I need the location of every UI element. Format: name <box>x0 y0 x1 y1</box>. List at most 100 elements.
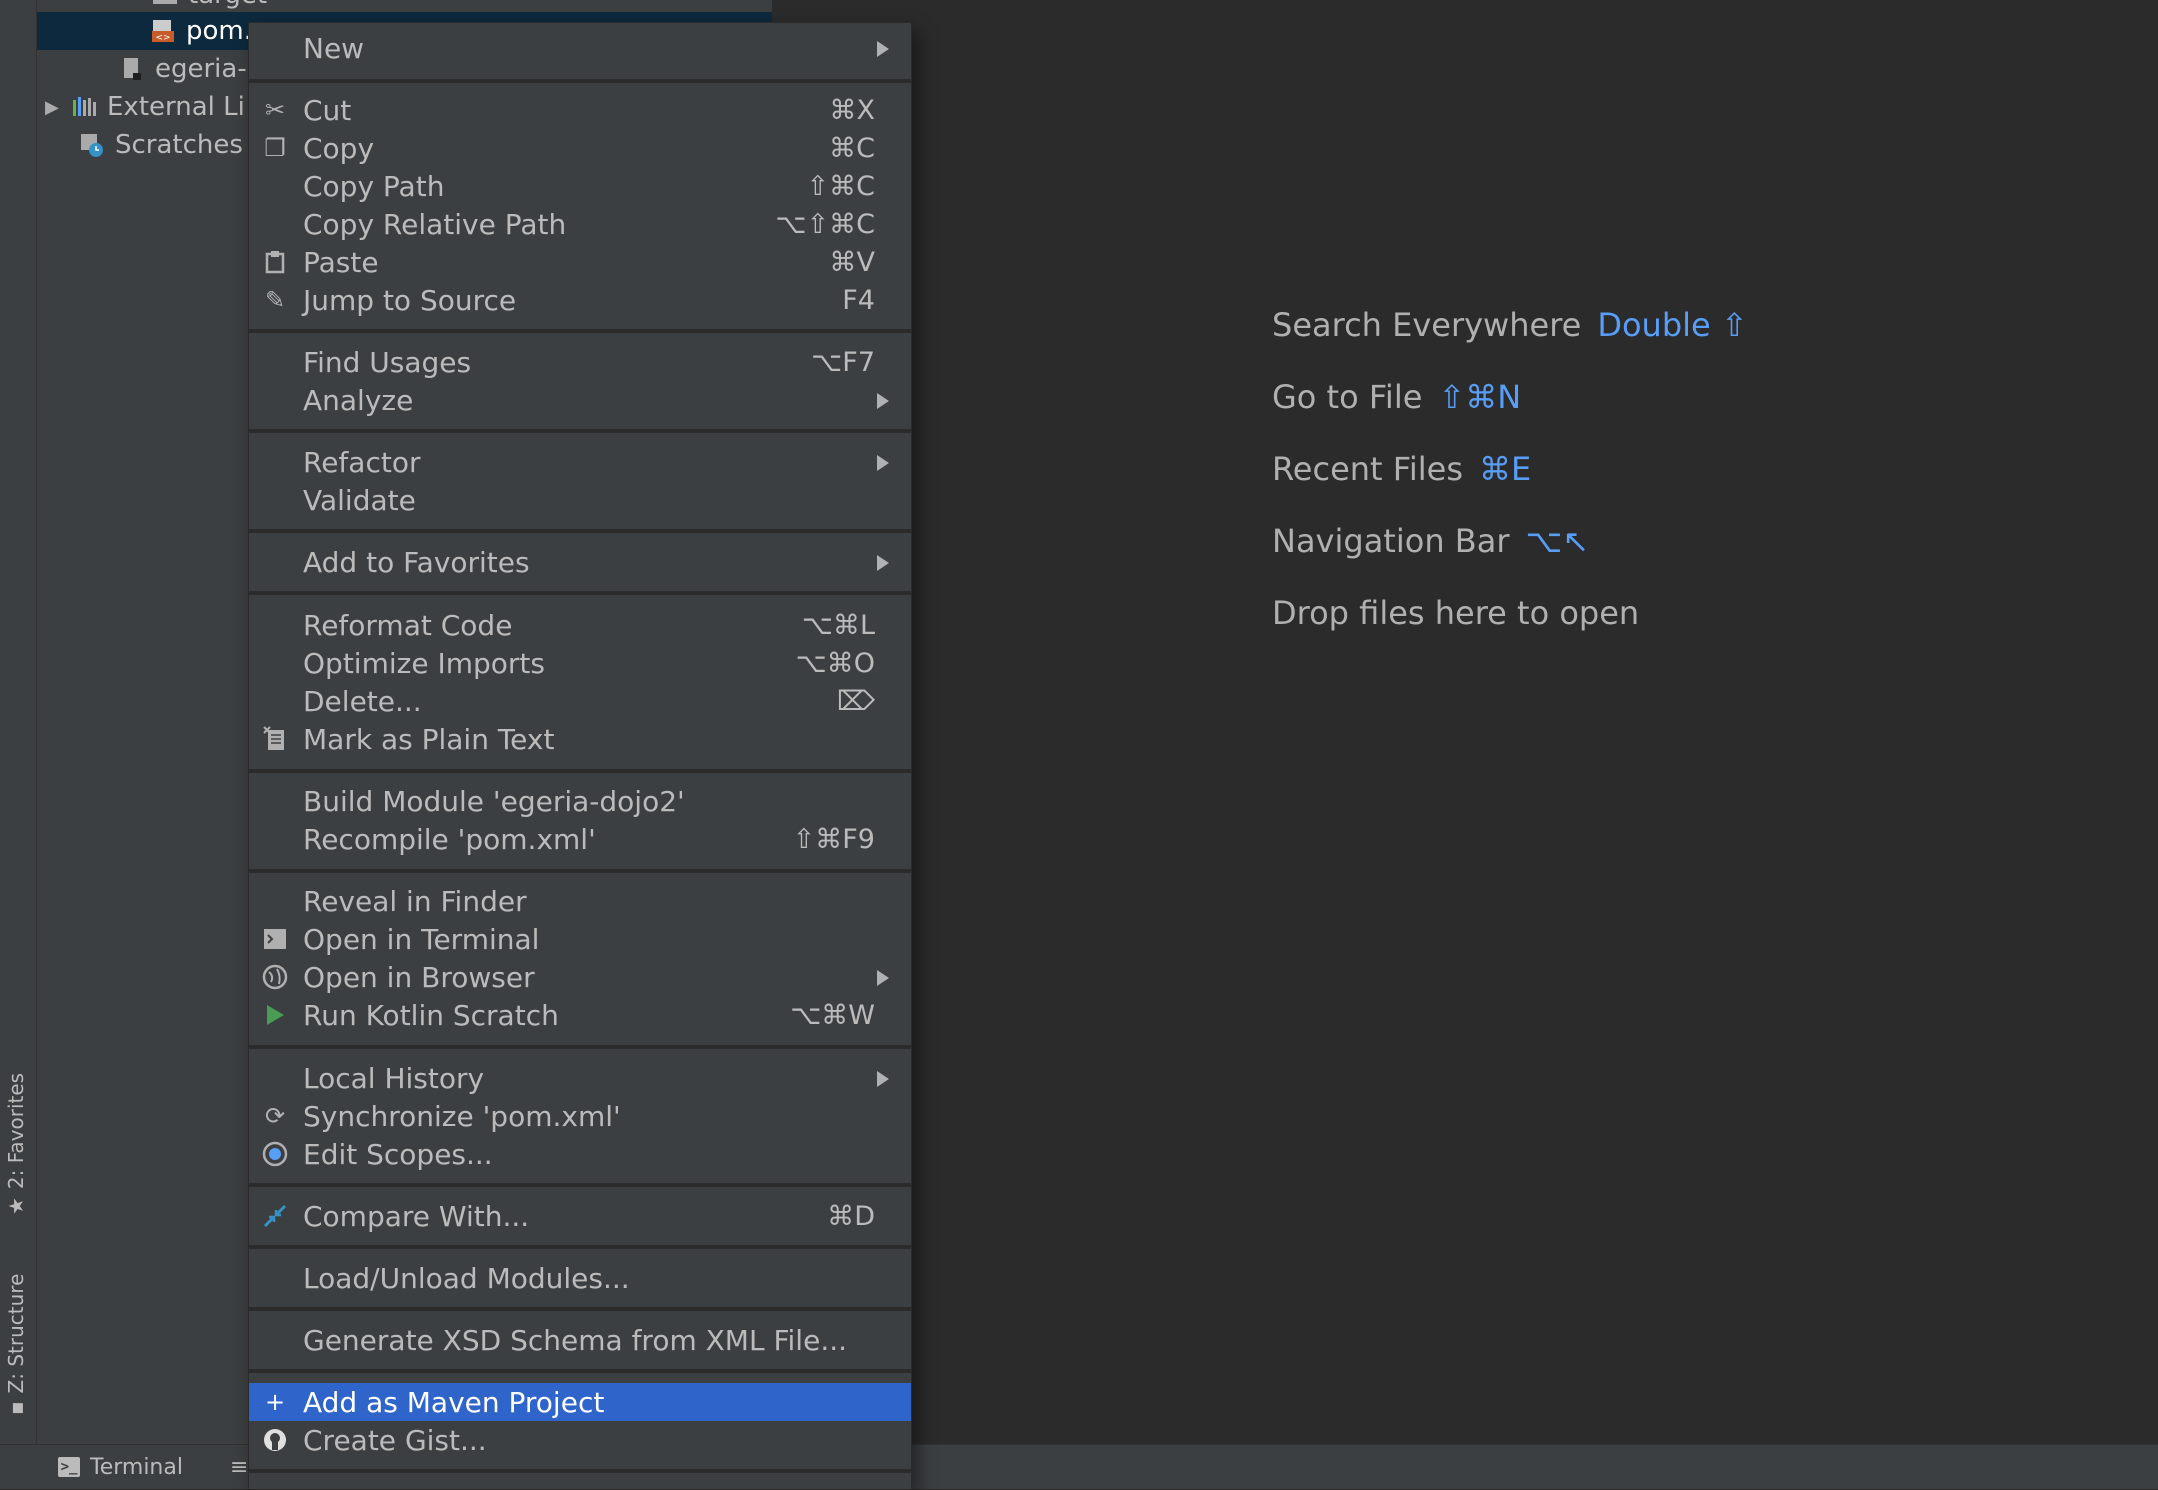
menu-shortcut: ⌘D <box>827 1200 875 1232</box>
menu-shortcut: ⌘V <box>829 246 875 278</box>
tree-item-label: External Li <box>107 92 245 122</box>
menu-item-analyze[interactable]: Analyze <box>249 381 911 419</box>
copy-icon: ❐ <box>264 134 286 162</box>
github-icon <box>261 1426 289 1454</box>
hint-shortcut: ⇧⌘N <box>1438 378 1522 416</box>
menu-item-refactor[interactable]: Refactor <box>249 443 911 481</box>
hint-shortcut: ⌥↖ <box>1525 522 1590 560</box>
menu-item-copy-relative-path[interactable]: Copy Relative Path ⌥⇧⌘C <box>249 205 911 243</box>
tree-item-label: pom. <box>186 16 253 46</box>
menu-item-find-usages[interactable]: Find Usages ⌥F7 <box>249 343 911 381</box>
menu-separator <box>249 591 911 595</box>
favorites-tab-label: 2: Favorites <box>4 1072 28 1190</box>
menu-item-generate-xsd-schema[interactable]: Generate XSD Schema from XML File... <box>249 1321 911 1359</box>
favorites-tool-tab[interactable]: ★ 2: Favorites <box>4 1073 28 1215</box>
run-icon <box>261 1001 289 1029</box>
structure-icon: ▪ <box>4 1401 28 1415</box>
menu-shortcut: ⌘C <box>829 132 875 164</box>
star-icon: ★ <box>4 1197 28 1215</box>
maven-pom-icon: <> <box>150 18 176 44</box>
sync-icon: ⟳ <box>264 1102 286 1130</box>
menu-item-open-in-terminal[interactable]: Open in Terminal <box>249 920 911 958</box>
menu-separator <box>249 1045 911 1049</box>
menu-item-copy[interactable]: ❐ Copy ⌘C <box>249 129 911 167</box>
module-file-icon <box>119 56 145 82</box>
menu-item-optimize-imports[interactable]: Optimize Imports ⌥⌘O <box>249 644 911 682</box>
hint-navigation-bar: Navigation Bar ⌥↖ <box>1272 522 1590 560</box>
tree-item-egeria-module[interactable]: egeria- <box>119 50 247 88</box>
menu-item-delete[interactable]: Delete... ⌦ <box>249 682 911 720</box>
folder-icon <box>152 0 178 8</box>
menu-item-run-kotlin-scratch[interactable]: Run Kotlin Scratch ⌥⌘W <box>249 996 911 1034</box>
expand-arrow-icon[interactable]: ▶ <box>45 97 71 118</box>
scratches-icon <box>79 132 105 158</box>
more-tool-tabs-icon[interactable]: ≡ <box>230 1455 248 1480</box>
menu-item-new[interactable]: New <box>249 29 911 67</box>
tree-item-label: target <box>188 0 267 10</box>
menu-item-validate[interactable]: Validate <box>249 481 911 519</box>
menu-item-synchronize[interactable]: ⟳ Synchronize 'pom.xml' <box>249 1097 911 1135</box>
hint-recent-files: Recent Files ⌘E <box>1272 450 1532 488</box>
scissors-icon: ✂ <box>264 96 286 124</box>
menu-shortcut: ⌥⌘L <box>801 609 875 641</box>
hint-go-to-file: Go to File ⇧⌘N <box>1272 378 1522 416</box>
plus-icon: + <box>264 1388 286 1416</box>
tool-window-strip: ★ 2: Favorites ▪ Z: Structure <box>0 0 37 1444</box>
hint-shortcut: Double ⇧ <box>1597 306 1748 344</box>
menu-shortcut: ⇧⌘F9 <box>792 823 875 855</box>
menu-separator <box>249 429 911 433</box>
submenu-arrow-icon <box>877 455 889 471</box>
menu-item-add-as-maven-project[interactable]: + Add as Maven Project <box>249 1383 911 1421</box>
structure-tool-tab[interactable]: ▪ Z: Structure <box>4 1274 28 1415</box>
menu-shortcut: ⌥F7 <box>811 346 875 378</box>
menu-item-reformat-code[interactable]: Reformat Code ⌥⌘L <box>249 606 911 644</box>
terminal-icon <box>261 925 289 953</box>
menu-separator <box>249 1307 911 1311</box>
tree-item-label: egeria- <box>155 54 247 84</box>
tree-item-scratches[interactable]: Scratches <box>79 126 243 164</box>
menu-shortcut: ⇧⌘C <box>806 170 875 202</box>
submenu-arrow-icon <box>877 41 889 57</box>
menu-item-compare-with[interactable]: Compare With... ⌘D <box>249 1197 911 1235</box>
tree-item-label: Scratches <box>115 130 243 160</box>
menu-separator <box>249 1183 911 1187</box>
terminal-tool-tab[interactable]: >_ Terminal <box>58 1453 183 1481</box>
menu-item-local-history[interactable]: Local History <box>249 1059 911 1097</box>
menu-separator <box>249 869 911 873</box>
menu-item-paste[interactable]: Paste ⌘V <box>249 243 911 281</box>
library-icon <box>71 94 97 120</box>
context-menu: New ✂ Cut ⌘X ❐ Copy ⌘C Copy Path ⇧⌘C Cop… <box>248 22 912 1490</box>
menu-shortcut: ⌥⇧⌘C <box>775 208 875 240</box>
hint-search-everywhere: Search Everywhere Double ⇧ <box>1272 306 1748 344</box>
menu-item-mark-as-plain-text[interactable]: Mark as Plain Text <box>249 720 911 758</box>
clipboard-icon <box>261 248 289 276</box>
menu-item-add-to-favorites[interactable]: Add to Favorites <box>249 543 911 581</box>
compare-icon <box>261 1202 289 1230</box>
menu-item-copy-path[interactable]: Copy Path ⇧⌘C <box>249 167 911 205</box>
menu-separator <box>249 329 911 333</box>
terminal-icon: >_ <box>58 1457 80 1477</box>
menu-shortcut: ⌥⌘O <box>795 647 875 679</box>
menu-item-build-module[interactable]: Build Module 'egeria-dojo2' <box>249 782 911 820</box>
terminal-tab-label: Terminal <box>90 1454 183 1480</box>
menu-separator <box>249 1245 911 1249</box>
menu-item-jump-to-source[interactable]: ✎ Jump to Source F4 <box>249 281 911 319</box>
submenu-arrow-icon <box>877 555 889 571</box>
hint-shortcut: ⌘E <box>1478 450 1532 488</box>
menu-item-reveal-in-finder[interactable]: Reveal in Finder <box>249 882 911 920</box>
tree-item-external-libraries[interactable]: ▶ External Li <box>45 88 245 126</box>
structure-tab-label: Z: Structure <box>4 1273 28 1394</box>
menu-item-open-in-browser[interactable]: Open in Browser <box>249 958 911 996</box>
menu-item-create-gist[interactable]: Create Gist... <box>249 1421 911 1459</box>
pencil-icon: ✎ <box>264 286 286 314</box>
svg-text:<>: <> <box>155 33 170 43</box>
menu-shortcut: ⌥⌘W <box>790 999 875 1031</box>
globe-icon <box>261 963 289 991</box>
menu-item-recompile[interactable]: Recompile 'pom.xml' ⇧⌘F9 <box>249 820 911 858</box>
menu-separator <box>249 529 911 533</box>
menu-shortcut: F4 <box>842 284 875 316</box>
editor-empty-area: Search Everywhere Double ⇧ Go to File ⇧⌘N … <box>773 0 2158 1444</box>
menu-item-load-unload-modules[interactable]: Load/Unload Modules... <box>249 1259 911 1297</box>
menu-item-cut[interactable]: ✂ Cut ⌘X <box>249 91 911 129</box>
menu-item-edit-scopes[interactable]: Edit Scopes... <box>249 1135 911 1173</box>
